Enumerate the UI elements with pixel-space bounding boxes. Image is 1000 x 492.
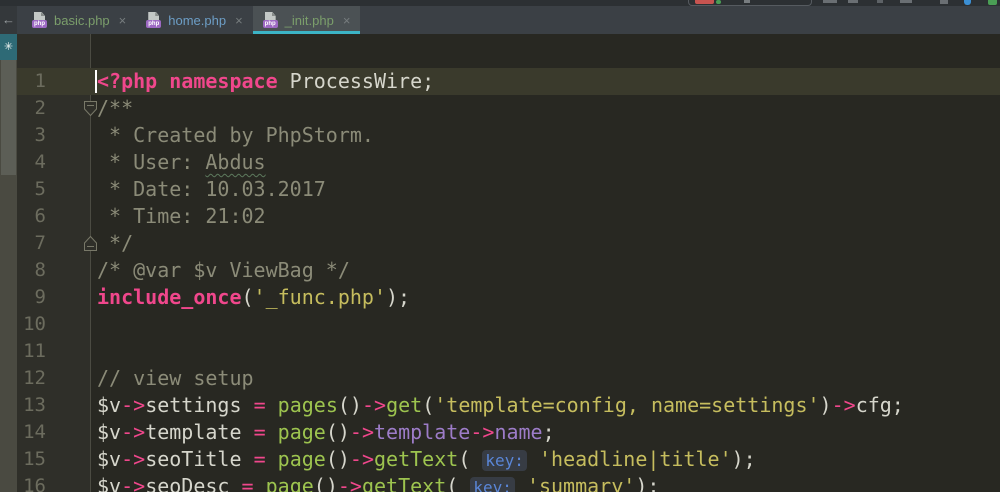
left-scrollbar-stripe: ← ✳ — [0, 6, 17, 492]
code-editor[interactable]: 1 <?php namespace ProcessWire; 2/** 3 * Cre… — [17, 34, 1000, 492]
line-number[interactable]: 8 — [17, 257, 46, 284]
close-icon[interactable]: × — [235, 13, 243, 28]
code-text[interactable]: /** — [97, 95, 133, 122]
tab-init-php-active[interactable]: php _init.php × — [252, 6, 361, 34]
toolbar-strip — [0, 0, 1000, 6]
line-number[interactable]: 4 — [17, 149, 46, 176]
code-line[interactable]: 15 $v->seoTitle = page()->getText( key: '… — [17, 446, 1000, 473]
code-text[interactable]: */ — [97, 230, 133, 257]
toolbar-remnant — [823, 0, 837, 3]
code-text[interactable]: * Date: 10.03.2017 — [97, 176, 326, 203]
line-number[interactable]: 9 — [17, 284, 46, 311]
code-text[interactable]: $v->template = page()->template->name; — [97, 419, 555, 446]
code-line[interactable]: 11 — [17, 338, 1000, 365]
code-text[interactable]: $v->seoTitle = page()->getText( key: 'he… — [97, 446, 756, 473]
code-line[interactable]: 12 // view setup — [17, 365, 1000, 392]
close-icon[interactable]: × — [119, 13, 127, 28]
line-number[interactable]: 6 — [17, 203, 46, 230]
line-number[interactable]: 14 — [17, 419, 46, 446]
code-line[interactable]: 10 — [17, 311, 1000, 338]
tab-label: home.php — [168, 12, 227, 28]
line-number[interactable]: 11 — [17, 338, 46, 365]
php-file-icon: php — [262, 12, 278, 28]
code-line[interactable]: 13 $v->settings = pages()->get('template=… — [17, 392, 1000, 419]
parameter-hint: key: — [482, 450, 527, 471]
tab-home-php[interactable]: php home.php × — [136, 6, 252, 34]
back-arrow-icon[interactable]: ← — [0, 6, 17, 34]
line-number[interactable]: 12 — [17, 365, 46, 392]
line-number[interactable]: 3 — [17, 122, 46, 149]
code-text[interactable]: * Time: 21:02 — [97, 203, 266, 230]
code-line[interactable]: 2 /** — [17, 95, 1000, 122]
code-text[interactable]: * Created by PhpStorm. — [97, 122, 374, 149]
code-text[interactable]: * User: Abdus — [97, 149, 266, 176]
tab-basic-php[interactable]: php basic.php × — [22, 6, 136, 34]
code-line[interactable]: 16 $v->seoDesc = page()->getText( key: 's… — [17, 473, 1000, 492]
php-file-icon: php — [146, 12, 162, 28]
fold-start-icon[interactable] — [83, 100, 98, 117]
code-text[interactable]: include_once('_func.php'); — [97, 284, 410, 311]
code-text[interactable]: <?php namespace ProcessWire; — [97, 68, 434, 95]
toolbar-remnant — [848, 0, 858, 3]
code-text[interactable]: /* @var $v ViewBag */ — [97, 257, 350, 284]
toolbar-remnant — [900, 0, 912, 3]
toolbar-icon-blue — [964, 0, 971, 5]
run-icon — [716, 0, 721, 4]
inspection-widget-icon[interactable]: ✳ — [0, 34, 17, 60]
line-number[interactable]: 1 — [17, 68, 46, 95]
active-tab-underline — [252, 31, 361, 34]
toolbar-remnant — [877, 0, 883, 3]
fold-end-icon[interactable] — [83, 235, 98, 252]
toolbar-remnant — [744, 0, 750, 3]
scrollbar-top: ← — [0, 6, 17, 34]
current-line[interactable]: 1 <?php namespace ProcessWire; — [17, 68, 1000, 95]
code-text[interactable]: $v->seoDesc = page()->getText( key: 'sum… — [97, 473, 659, 492]
scrollbar-thumb[interactable] — [1, 60, 16, 175]
editor-tab-bar: php basic.php × php home.php × php _init… — [0, 6, 1000, 34]
tab-label: _init.php — [284, 12, 334, 28]
line-number[interactable]: 15 — [17, 446, 46, 473]
toolbar-remnant — [940, 0, 948, 4]
code-line[interactable]: 6 * Time: 21:02 — [17, 203, 1000, 230]
toolbar-icon-green — [988, 0, 997, 5]
tab-label: basic.php — [54, 12, 110, 28]
code-text[interactable]: // view setup — [97, 365, 254, 392]
code-line[interactable]: 7 */ — [17, 230, 1000, 257]
php-file-icon: php — [32, 12, 47, 28]
line-number[interactable]: 5 — [17, 176, 46, 203]
code-line[interactable]: 14 $v->template = page()->template->name; — [17, 419, 1000, 446]
code-text[interactable]: $v->settings = pages()->get('template=co… — [97, 392, 904, 419]
code-line[interactable]: 5 * Date: 10.03.2017 — [17, 176, 1000, 203]
close-icon[interactable]: × — [343, 13, 351, 28]
line-number[interactable]: 2 — [17, 95, 46, 122]
parameter-hint: key: — [470, 477, 515, 492]
code-line[interactable]: 9 include_once('_func.php'); — [17, 284, 1000, 311]
code-line[interactable]: 3 * Created by PhpStorm. — [17, 122, 1000, 149]
line-number[interactable]: 7 — [17, 230, 46, 257]
caret — [95, 70, 97, 93]
progress-bar-red — [695, 0, 714, 4]
line-number[interactable]: 10 — [17, 311, 46, 338]
code-line[interactable]: 8 /* @var $v ViewBag */ — [17, 257, 1000, 284]
line-number[interactable]: 16 — [17, 473, 46, 492]
line-number[interactable]: 13 — [17, 392, 46, 419]
code-line[interactable]: 4 * User: Abdus — [17, 149, 1000, 176]
